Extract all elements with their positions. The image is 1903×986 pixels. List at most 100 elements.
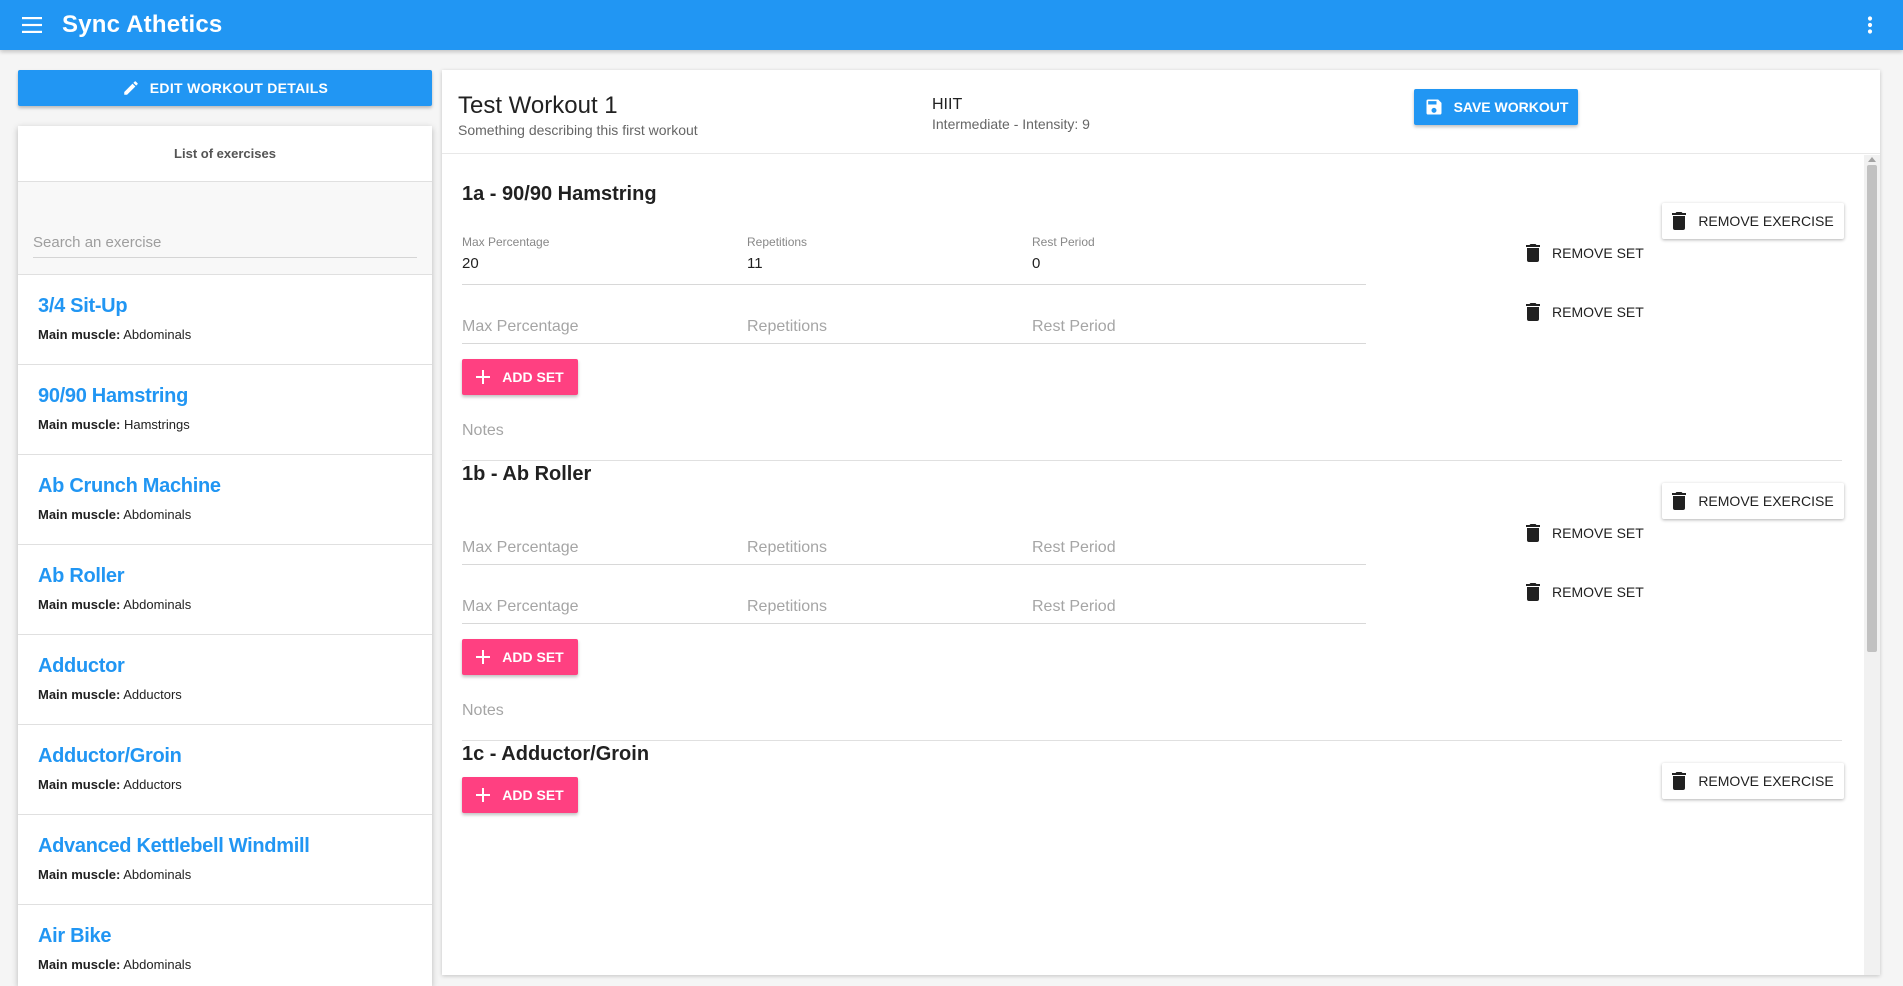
main-muscle-label: Main muscle: bbox=[38, 327, 121, 342]
remove-exercise-button[interactable]: Remove exercise bbox=[1662, 203, 1844, 239]
remove-set-button[interactable]: Remove set bbox=[1516, 574, 1646, 610]
scrollbar[interactable] bbox=[1864, 155, 1880, 975]
remove-exercise-button[interactable]: Remove exercise bbox=[1662, 483, 1844, 519]
remove-set-button[interactable]: Remove set bbox=[1516, 294, 1646, 330]
add-set-label: Add set bbox=[502, 649, 564, 665]
more-vert-icon bbox=[1867, 16, 1873, 34]
menu-button[interactable] bbox=[12, 5, 52, 45]
field-underline bbox=[1032, 284, 1366, 285]
field-placeholder: Rest Period bbox=[1032, 539, 1116, 556]
workout-title: Test Workout 1 bbox=[458, 92, 618, 119]
field-underline bbox=[462, 343, 796, 344]
main-muscle-label: Main muscle: bbox=[38, 777, 121, 792]
remove-set-label: Remove set bbox=[1552, 584, 1644, 600]
search-input[interactable] bbox=[33, 228, 417, 258]
workout-header: Test Workout 1 Something describing this… bbox=[442, 70, 1880, 154]
main-muscle-value: Abdominals bbox=[123, 327, 192, 342]
main-muscle-label: Main muscle: bbox=[38, 417, 121, 432]
main-muscle-label: Main muscle: bbox=[38, 687, 121, 702]
field-underline bbox=[1032, 623, 1366, 624]
plus-icon bbox=[476, 370, 491, 384]
remove-set-button[interactable]: Remove set bbox=[1516, 515, 1646, 551]
set-row: Max Percentage 20 Repetitions 11 Rest Period… bbox=[462, 235, 1842, 285]
exercise-divider bbox=[462, 740, 1842, 741]
main-muscle-value: Hamstrings bbox=[123, 417, 190, 432]
trash-icon bbox=[1672, 212, 1687, 230]
workout-exercise-title: 1c - Adductor/Groin bbox=[462, 743, 650, 765]
trash-icon bbox=[1526, 244, 1540, 262]
exercise-name: 90/90 Hamstring bbox=[38, 385, 189, 407]
add-set-button[interactable]: Add set bbox=[462, 639, 578, 675]
save-workout-button[interactable]: Save workout bbox=[1414, 89, 1578, 125]
trash-icon bbox=[1672, 772, 1687, 790]
pencil-icon bbox=[124, 81, 138, 95]
field-label: Rest Period bbox=[1032, 235, 1095, 249]
set-row: Max Percentage Repetitions Rest Period Remo… bbox=[462, 294, 1842, 344]
exercise-name: Advanced Kettlebell Windmill bbox=[38, 835, 310, 857]
exercise-name: Ab Roller bbox=[38, 565, 125, 587]
remove-exercise-button[interactable]: Remove exercise bbox=[1662, 763, 1844, 799]
plus-icon bbox=[476, 788, 491, 802]
field-underline bbox=[462, 284, 796, 285]
set-row: Max Percentage Repetitions Rest Period Remo… bbox=[462, 574, 1842, 624]
repetitions-field[interactable]: Repetitions bbox=[747, 294, 1081, 344]
edit-workout-details-button[interactable]: Edit workout details bbox=[18, 70, 432, 106]
exercise-name: Air Bike bbox=[38, 925, 112, 947]
field-underline bbox=[747, 284, 1081, 285]
trash-icon bbox=[1526, 583, 1540, 601]
field-underline bbox=[747, 564, 1081, 565]
exercise-list-item[interactable]: Air Bike Main muscle: Abdominals bbox=[18, 905, 432, 986]
remove-set-button[interactable]: Remove set bbox=[1516, 235, 1646, 271]
main-muscle-label: Main muscle: bbox=[38, 957, 121, 972]
app-bar: Sync Athetics bbox=[0, 0, 1903, 50]
trash-icon bbox=[1526, 524, 1540, 542]
field-placeholder: Max Percentage bbox=[462, 318, 579, 335]
max-percentage-field[interactable]: Max Percentage bbox=[462, 515, 796, 565]
exercise-list-item[interactable]: 3/4 Sit-Up Main muscle: Abdominals bbox=[18, 275, 432, 365]
notes-field[interactable]: Notes bbox=[462, 422, 504, 440]
rest-period-field[interactable]: Rest Period 0 bbox=[1032, 235, 1366, 285]
exercise-muscle: Main muscle: Abdominals bbox=[38, 597, 412, 612]
exercise-list-item[interactable]: Ab Crunch Machine Main muscle: Abdominals bbox=[18, 455, 432, 545]
max-percentage-field[interactable]: Max Percentage 20 bbox=[462, 235, 796, 285]
scrollbar-thumb[interactable] bbox=[1867, 165, 1877, 652]
exercise-muscle: Main muscle: Abdominals bbox=[38, 867, 412, 882]
menu-icon bbox=[22, 17, 42, 33]
exercise-list-item[interactable]: 90/90 Hamstring Main muscle: Hamstrings bbox=[18, 365, 432, 455]
notes-field[interactable]: Notes bbox=[462, 702, 504, 720]
main-muscle-label: Main muscle: bbox=[38, 867, 121, 882]
field-underline bbox=[747, 623, 1081, 624]
field-underline bbox=[747, 343, 1081, 344]
exercise-list-item[interactable]: Advanced Kettlebell Windmill Main muscle:… bbox=[18, 815, 432, 905]
field-underline bbox=[1032, 564, 1366, 565]
remove-exercise-label: Remove exercise bbox=[1698, 213, 1834, 229]
field-underline bbox=[462, 564, 796, 565]
max-percentage-field[interactable]: Max Percentage bbox=[462, 294, 796, 344]
more-options-button[interactable] bbox=[1855, 10, 1885, 40]
scrollbar-up-arrow[interactable] bbox=[1868, 157, 1876, 162]
rest-period-field[interactable]: Rest Period bbox=[1032, 574, 1366, 624]
workout-exercise-title: 1b - Ab Roller bbox=[462, 463, 592, 485]
trash-icon bbox=[1672, 492, 1687, 510]
exercise-list-item[interactable]: Adductor Main muscle: Adductors bbox=[18, 635, 432, 725]
exercise-muscle: Main muscle: Abdominals bbox=[38, 507, 412, 522]
repetitions-field[interactable]: Repetitions bbox=[747, 574, 1081, 624]
app-title: Sync Athetics bbox=[62, 11, 223, 38]
add-set-button[interactable]: Add set bbox=[462, 777, 578, 813]
save-icon bbox=[1426, 99, 1442, 115]
remove-set-label: Remove set bbox=[1552, 525, 1644, 541]
exercise-list-title: List of exercises bbox=[18, 126, 432, 182]
max-percentage-field[interactable]: Max Percentage bbox=[462, 574, 796, 624]
add-set-button[interactable]: Add set bbox=[462, 359, 578, 395]
rest-period-field[interactable]: Rest Period bbox=[1032, 294, 1366, 344]
remove-set-label: Remove set bbox=[1552, 304, 1644, 320]
exercise-list-item[interactable]: Ab Roller Main muscle: Abdominals bbox=[18, 545, 432, 635]
repetitions-field[interactable]: Repetitions bbox=[747, 515, 1081, 565]
rest-period-field[interactable]: Rest Period bbox=[1032, 515, 1366, 565]
exercise-items: 3/4 Sit-Up Main muscle: Abdominals 90/90 H… bbox=[18, 275, 432, 986]
repetitions-field[interactable]: Repetitions 11 bbox=[747, 235, 1081, 285]
workout-level: Intermediate - Intensity: 9 bbox=[932, 116, 1090, 132]
workout-description: Something describing this first workout bbox=[458, 122, 698, 138]
exercise-list-item[interactable]: Adductor/Groin Main muscle: Adductors bbox=[18, 725, 432, 815]
field-label: Max Percentage bbox=[462, 235, 550, 249]
